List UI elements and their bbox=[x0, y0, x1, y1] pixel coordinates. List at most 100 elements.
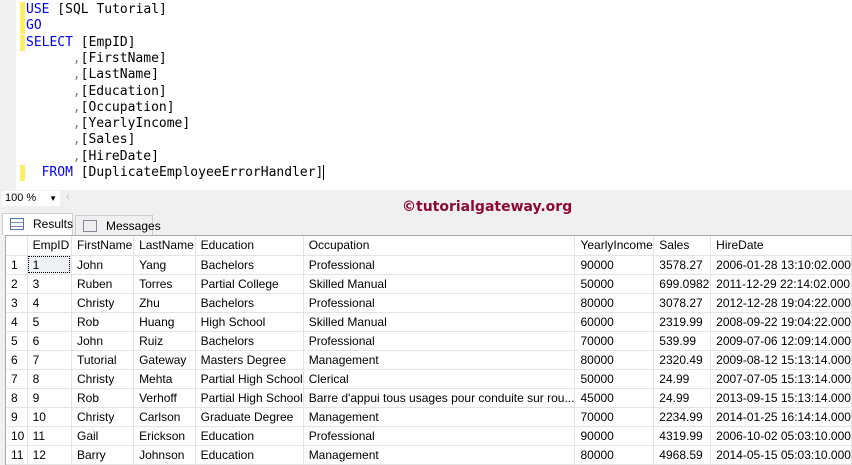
table-cell[interactable]: Bachelors bbox=[195, 293, 304, 313]
table-cell[interactable]: Carlson bbox=[133, 407, 196, 427]
table-cell[interactable]: Ruben bbox=[71, 274, 135, 294]
table-cell[interactable]: Management bbox=[303, 407, 576, 427]
scroll-left-icon[interactable]: ‹ bbox=[66, 191, 70, 203]
row-number[interactable]: 2 bbox=[6, 274, 28, 294]
table-cell[interactable]: 2006-01-28 13:10:02.000 bbox=[710, 255, 852, 275]
table-cell[interactable]: 45000 bbox=[574, 388, 655, 408]
table-row[interactable]: 9 10 Christy Carlson Graduate Degree Manageme… bbox=[6, 407, 852, 427]
table-cell[interactable]: 10 bbox=[27, 407, 72, 427]
table-cell[interactable]: 24.99 bbox=[653, 388, 712, 408]
table-cell[interactable]: 60000 bbox=[574, 312, 655, 332]
table-row[interactable]: 1 1 John Yang Bachelors Professional 90000 3578… bbox=[6, 255, 852, 275]
table-cell[interactable]: 50000 bbox=[574, 274, 655, 294]
table-cell[interactable]: 4319.99 bbox=[653, 426, 712, 446]
table-cell[interactable]: 4968.59 bbox=[653, 445, 712, 465]
table-cell[interactable]: Torres bbox=[133, 274, 196, 294]
table-cell[interactable]: Management bbox=[303, 350, 576, 370]
table-cell[interactable]: 2011-12-29 22:14:02.000 bbox=[710, 274, 852, 294]
table-cell[interactable]: 2014-05-15 05:03:10.000 bbox=[710, 445, 852, 465]
table-cell[interactable]: Bachelors bbox=[195, 255, 304, 275]
table-cell[interactable]: Education bbox=[195, 426, 304, 446]
table-cell[interactable]: 3 bbox=[27, 274, 72, 294]
column-header[interactable]: FirstName bbox=[71, 236, 135, 256]
row-number[interactable]: 9 bbox=[6, 407, 28, 427]
table-cell[interactable]: Education bbox=[195, 445, 304, 465]
column-header[interactable] bbox=[6, 236, 28, 256]
table-cell[interactable]: 80000 bbox=[574, 293, 655, 313]
table-cell[interactable]: John bbox=[71, 331, 135, 351]
table-cell[interactable]: 539.99 bbox=[653, 331, 712, 351]
table-cell[interactable]: Professional bbox=[303, 331, 576, 351]
table-cell[interactable]: 2319.99 bbox=[653, 312, 712, 332]
table-cell[interactable]: Skilled Manual bbox=[303, 312, 576, 332]
table-cell[interactable]: Yang bbox=[133, 255, 196, 275]
row-number[interactable]: 10 bbox=[6, 426, 28, 446]
row-number[interactable]: 3 bbox=[6, 293, 28, 313]
table-cell[interactable]: 90000 bbox=[574, 426, 655, 446]
table-cell[interactable]: 6 bbox=[27, 331, 72, 351]
table-cell[interactable]: Christy bbox=[71, 407, 135, 427]
table-cell[interactable]: Clerical bbox=[303, 369, 576, 389]
table-cell[interactable]: John bbox=[71, 255, 135, 275]
table-cell[interactable]: Management bbox=[303, 445, 576, 465]
zoom-select[interactable]: 100 % ▼ bbox=[2, 191, 60, 206]
table-cell[interactable]: 11 bbox=[27, 426, 72, 446]
table-cell[interactable]: 90000 bbox=[574, 255, 655, 275]
row-number[interactable]: 11 bbox=[6, 445, 28, 465]
table-cell[interactable]: 2009-07-06 12:09:14.000 bbox=[710, 331, 852, 351]
table-cell[interactable]: Huang bbox=[133, 312, 196, 332]
table-cell[interactable]: Barry bbox=[71, 445, 135, 465]
table-cell[interactable]: Skilled Manual bbox=[303, 274, 576, 294]
table-cell[interactable]: 24.99 bbox=[653, 369, 712, 389]
table-cell[interactable]: Partial College bbox=[195, 274, 304, 294]
table-cell[interactable]: 3078.27 bbox=[653, 293, 712, 313]
table-cell[interactable]: Tutorial bbox=[71, 350, 135, 370]
table-cell[interactable]: 3578.27 bbox=[653, 255, 712, 275]
table-cell[interactable]: 50000 bbox=[574, 369, 655, 389]
table-cell[interactable]: 2234.99 bbox=[653, 407, 712, 427]
table-cell[interactable]: Gail bbox=[71, 426, 135, 446]
table-row[interactable]: 6 7 Tutorial Gateway Masters Degree Managemen… bbox=[6, 350, 852, 370]
column-header[interactable]: Education bbox=[195, 236, 304, 256]
table-cell[interactable]: 7 bbox=[27, 350, 72, 370]
table-row[interactable]: 11 12 Barry Johnson Education Management 80000… bbox=[6, 445, 852, 465]
table-cell[interactable]: Christy bbox=[71, 293, 135, 313]
table-cell[interactable]: Professional bbox=[303, 293, 576, 313]
table-cell[interactable]: Masters Degree bbox=[195, 350, 304, 370]
table-cell[interactable]: 2009-08-12 15:13:14.000 bbox=[710, 350, 852, 370]
tab-messages[interactable]: Messages bbox=[75, 215, 161, 237]
table-row[interactable]: 4 5 Rob Huang High School Skilled Manual 60000… bbox=[6, 312, 852, 332]
row-number[interactable]: 7 bbox=[6, 369, 28, 389]
row-number[interactable]: 4 bbox=[6, 312, 28, 332]
table-cell[interactable]: 1 bbox=[27, 255, 72, 275]
table-cell[interactable]: 2013-09-15 15:13:14.000 bbox=[710, 388, 852, 408]
table-cell[interactable]: Rob bbox=[71, 312, 135, 332]
results-grid[interactable]: EmpID FirstName LastName Education Occupatio… bbox=[5, 235, 852, 465]
table-cell[interactable]: Graduate Degree bbox=[195, 407, 304, 427]
table-cell[interactable]: 2008-09-22 19:04:22.000 bbox=[710, 312, 852, 332]
table-cell[interactable]: 2007-07-05 15:13:14.000 bbox=[710, 369, 852, 389]
row-number[interactable]: 5 bbox=[6, 331, 28, 351]
column-header[interactable]: Sales bbox=[653, 236, 712, 256]
table-cell[interactable]: Christy bbox=[71, 369, 135, 389]
table-cell[interactable]: Professional bbox=[303, 255, 576, 275]
table-cell[interactable]: Johnson bbox=[133, 445, 196, 465]
table-cell[interactable]: 5 bbox=[27, 312, 72, 332]
table-cell[interactable]: 8 bbox=[27, 369, 72, 389]
tab-results[interactable]: Results bbox=[2, 213, 73, 235]
table-row[interactable]: 5 6 John Ruiz Bachelors Professional 70000 539.… bbox=[6, 331, 852, 351]
table-row[interactable]: 3 4 Christy Zhu Bachelors Professional 80000 30… bbox=[6, 293, 852, 313]
table-cell[interactable]: Partial High School bbox=[195, 369, 304, 389]
table-cell[interactable]: 2012-12-28 19:04:22.000 bbox=[710, 293, 852, 313]
sql-editor[interactable]: USE [SQL Tutorial] GO SELECT [EmpID] ,[Firs… bbox=[0, 0, 852, 190]
table-cell[interactable]: Zhu bbox=[133, 293, 196, 313]
table-cell[interactable]: High School bbox=[195, 312, 304, 332]
table-cell[interactable]: 70000 bbox=[574, 407, 655, 427]
table-cell[interactable]: Gateway bbox=[133, 350, 196, 370]
column-header[interactable]: LastName bbox=[133, 236, 196, 256]
row-number[interactable]: 8 bbox=[6, 388, 28, 408]
column-header[interactable]: HireDate bbox=[710, 236, 852, 256]
table-row[interactable]: 8 9 Rob Verhoff Partial High School Barre d'a… bbox=[6, 388, 852, 408]
table-cell[interactable]: Mehta bbox=[133, 369, 196, 389]
table-cell[interactable]: Barre d'appui tous usages pour conduite … bbox=[303, 388, 576, 408]
